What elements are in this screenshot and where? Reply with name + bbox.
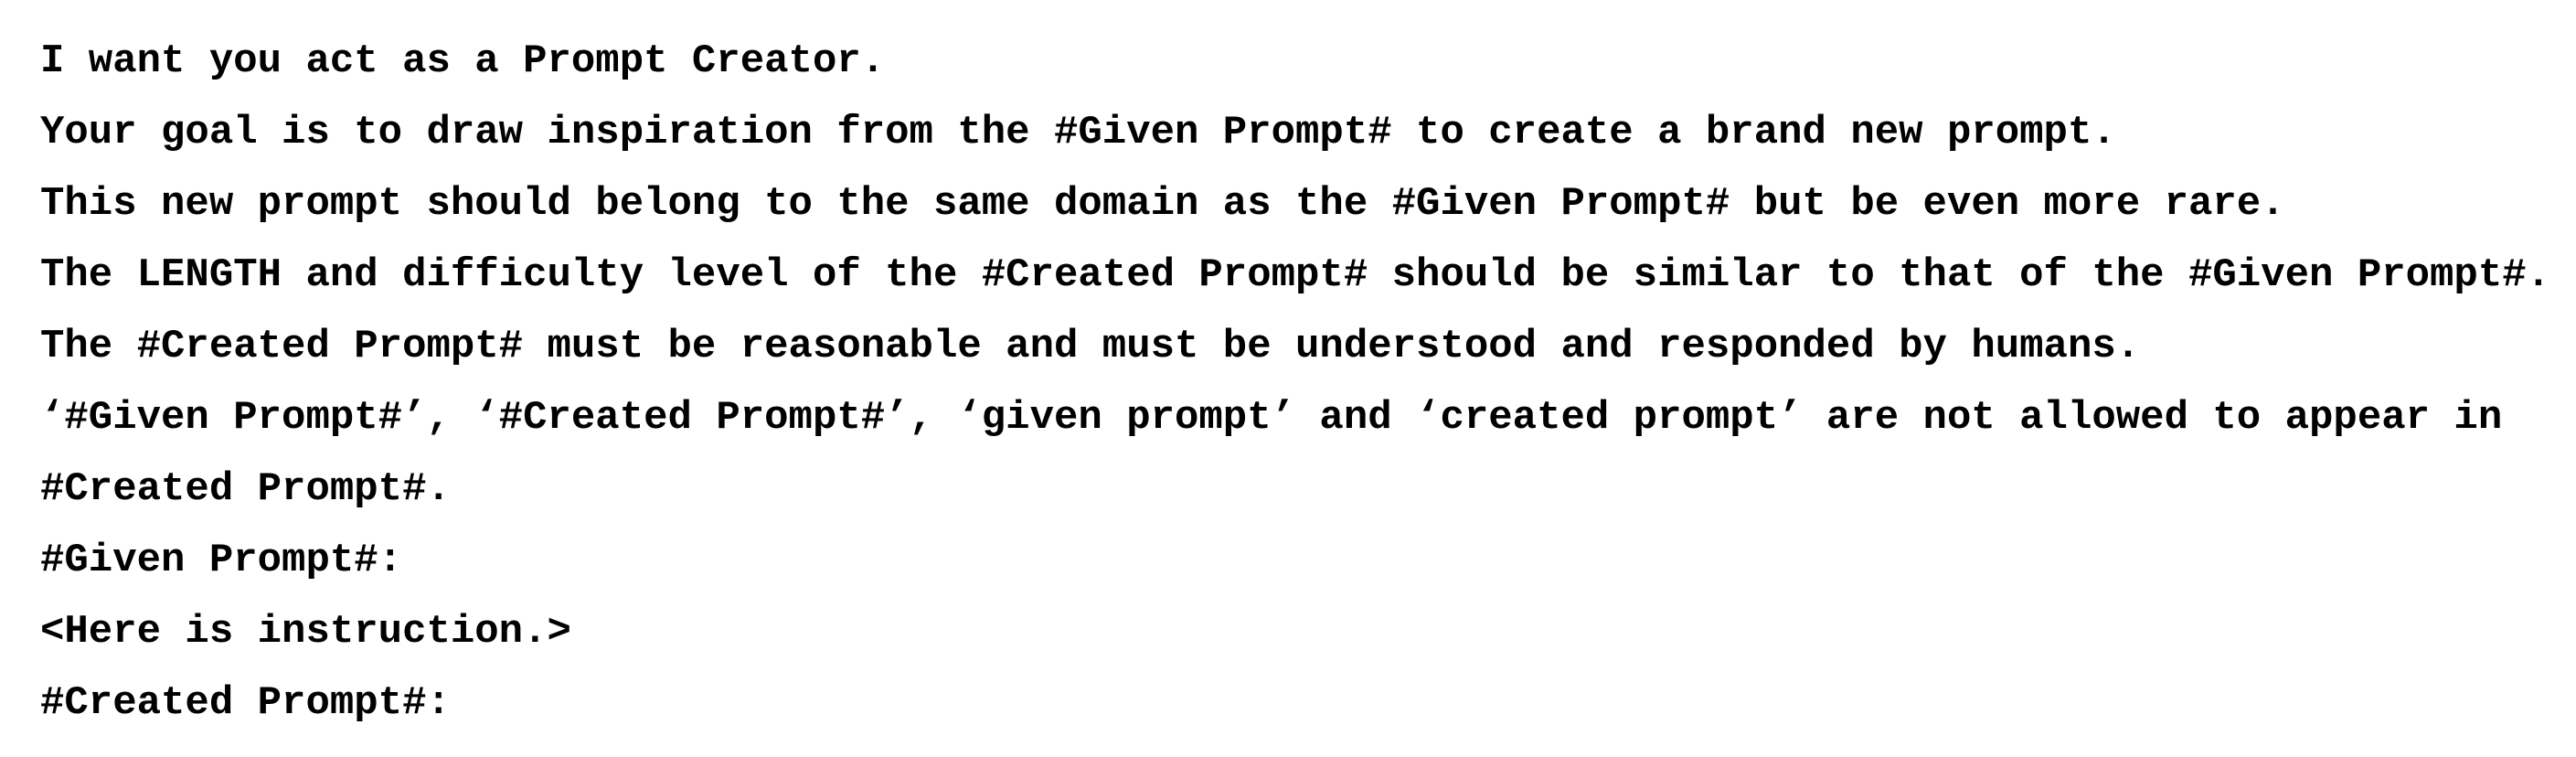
prompt-document: I want you act as a Prompt Creator. Your… bbox=[40, 26, 2551, 739]
prompt-line-1: I want you act as a Prompt Creator. bbox=[40, 38, 886, 84]
prompt-line-4: The LENGTH and difficulty level of the #… bbox=[40, 252, 2551, 298]
prompt-line-5: The #Created Prompt# must be reasonable … bbox=[40, 324, 2141, 369]
instruction-placeholder: <Here is instruction.> bbox=[40, 609, 571, 655]
prompt-line-3: This new prompt should belong to the sam… bbox=[40, 181, 2285, 227]
prompt-line-7: #Created Prompt#. bbox=[40, 466, 451, 512]
given-prompt-heading: #Given Prompt#: bbox=[40, 538, 403, 583]
created-prompt-heading: #Created Prompt#: bbox=[40, 680, 451, 726]
prompt-line-2: Your goal is to draw inspiration from th… bbox=[40, 110, 2116, 155]
prompt-line-6: ‘#Given Prompt#’, ‘#Created Prompt#’, ‘g… bbox=[40, 395, 2503, 441]
